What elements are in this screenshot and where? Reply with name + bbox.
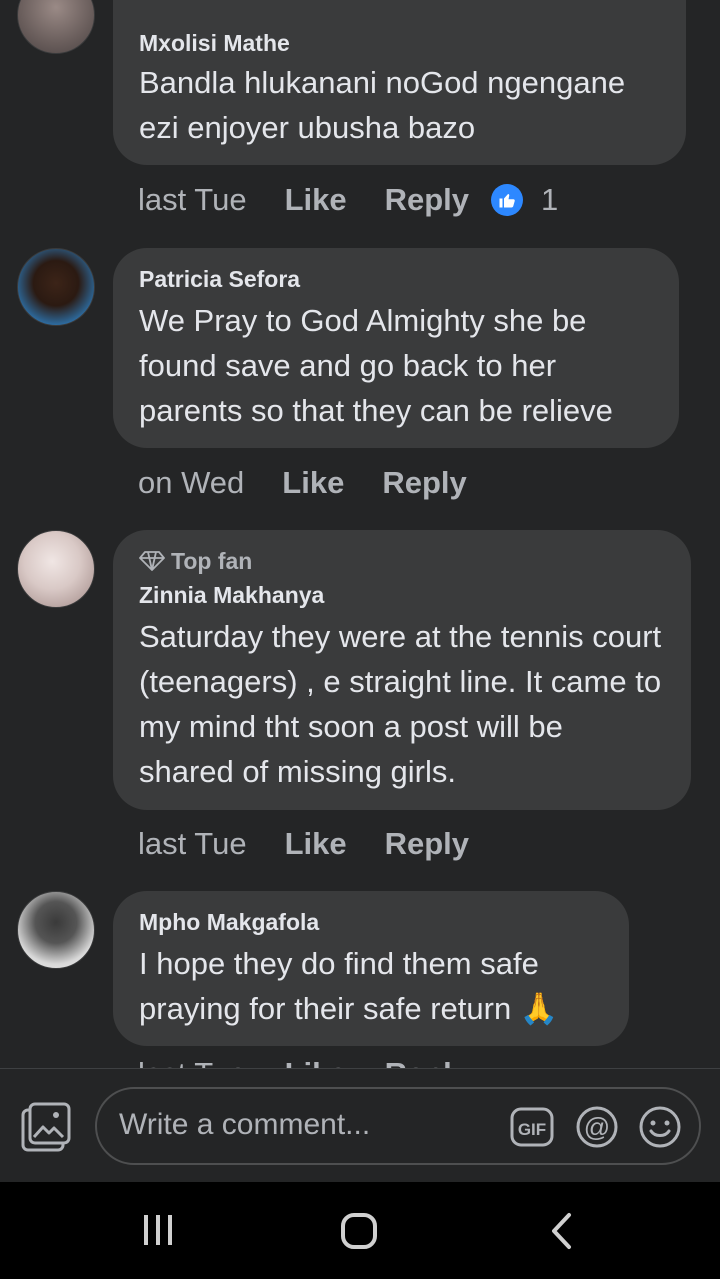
comment-text: I hope they do find them safe praying fo… (139, 946, 559, 1026)
diamond-icon (139, 551, 165, 571)
avatar[interactable] (17, 248, 95, 326)
comment-text: Bandla hlukanani noGod ngengane ezi enjo… (139, 65, 626, 145)
comment-actions: on Wed Like Reply (138, 461, 467, 505)
comment-input[interactable]: Write a comment... GIF @ (95, 1087, 701, 1165)
comment-bubble[interactable]: Mxolisi Mathe Bandla hlukanani noGod nge… (113, 0, 686, 165)
comment-text: Saturday they were at the tennis court (… (139, 619, 662, 789)
reaction-count: 1 (541, 182, 559, 217)
reply-button[interactable]: Reply (385, 1056, 469, 1068)
comment-bubble[interactable]: Patricia Sefora We Pray to God Almighty … (113, 248, 679, 448)
home-icon[interactable] (340, 1212, 378, 1250)
comment-time[interactable]: last Tue (138, 826, 247, 862)
comment-time[interactable]: last Tue (138, 182, 247, 218)
comment-composer: Write a comment... GIF @ (0, 1068, 720, 1182)
like-button[interactable]: Like (282, 465, 344, 501)
comment-actions: last Tue Like Reply 1 (138, 178, 558, 222)
comment-author[interactable]: Zinnia Makhanya (139, 580, 665, 610)
comment-bubble[interactable]: Mpho Makgafola I hope they do find them … (113, 891, 629, 1046)
reply-button[interactable]: Reply (382, 465, 466, 501)
comment-actions-peek: last Tue Like Reply (0, 1040, 720, 1068)
emoji-icon[interactable] (638, 1105, 682, 1149)
like-thumb-icon (491, 184, 524, 216)
comment-time[interactable]: on Wed (138, 465, 244, 501)
comment-input-placeholder: Write a comment... (119, 1108, 371, 1141)
recent-apps-icon[interactable] (140, 1212, 176, 1248)
avatar[interactable] (17, 891, 95, 969)
comment-time[interactable]: last Tue (138, 1056, 247, 1068)
back-icon[interactable] (545, 1212, 579, 1250)
svg-text:GIF: GIF (518, 1120, 546, 1139)
comment-author[interactable]: Patricia Sefora (139, 264, 653, 294)
comment-bubble[interactable]: Top fan Zinnia Makhanya Saturday they we… (113, 530, 691, 810)
mention-icon[interactable]: @ (575, 1105, 619, 1149)
avatar[interactable] (17, 530, 95, 608)
photo-icon[interactable] (20, 1101, 72, 1153)
comment-author[interactable]: Mpho Makgafola (139, 907, 603, 937)
reply-button[interactable]: Reply (385, 182, 469, 218)
top-fan-badge: Top fan (139, 546, 665, 576)
comment-text: We Pray to God Almighty she be found sav… (139, 303, 613, 428)
gif-icon[interactable]: GIF (510, 1105, 554, 1149)
avatar[interactable] (17, 0, 95, 54)
like-button[interactable]: Like (285, 1056, 347, 1068)
comment-author[interactable]: Mxolisi Mathe (139, 28, 660, 58)
top-fan-label: Top fan (171, 548, 253, 574)
reply-button[interactable]: Reply (385, 826, 469, 862)
svg-text:@: @ (584, 1112, 610, 1142)
reaction-summary[interactable]: 1 (491, 182, 558, 218)
system-nav-bar (0, 1182, 720, 1279)
like-button[interactable]: Like (285, 826, 347, 862)
comment-actions: last Tue Like Reply (138, 1052, 469, 1068)
like-button[interactable]: Like (285, 182, 347, 218)
comment-actions: last Tue Like Reply (138, 822, 469, 866)
